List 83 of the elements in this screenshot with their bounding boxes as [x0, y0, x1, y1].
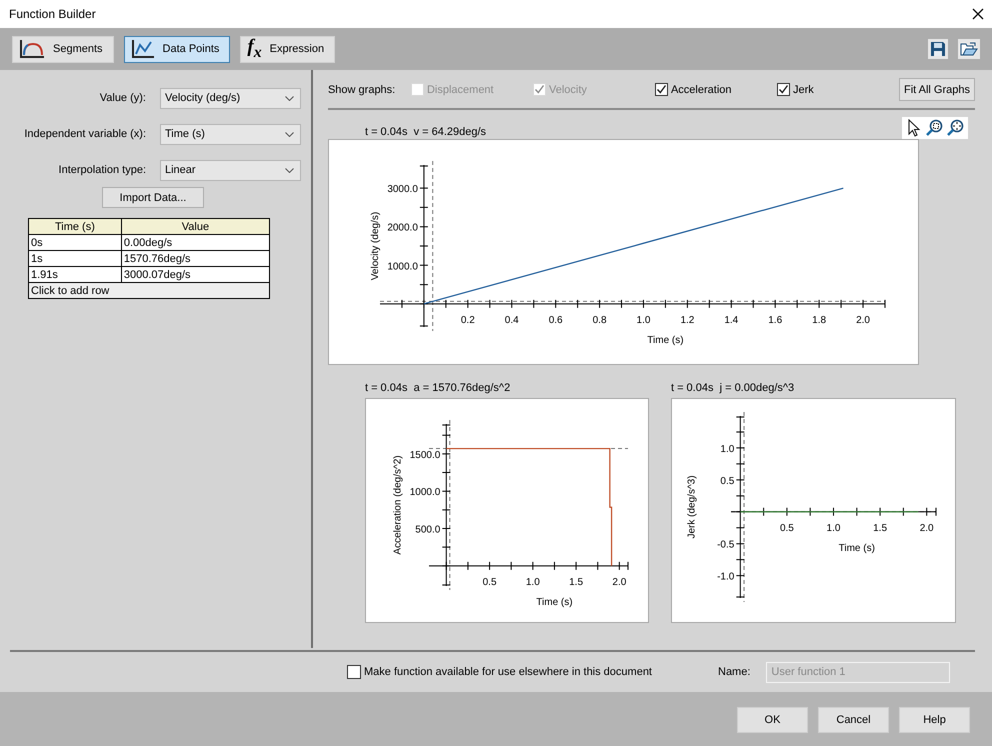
tick-label: 0.5 [780, 522, 794, 534]
checkbox-label: Velocity [548, 84, 587, 96]
table-cell[interactable]: 1.91s [28, 266, 122, 282]
cursor-readout: t = 0.04s v = 64.29deg/s [364, 126, 486, 139]
cursor-readout: t = 0.04s a = 1570.76deg/s^2 [364, 382, 512, 396]
tick-label: 1.6 [768, 314, 782, 326]
cursor-readout: t = 0.04s j = 0.00deg/s^3 [670, 382, 796, 396]
tick-label: 1500.0 [410, 450, 440, 461]
column-header: Time (s) [28, 218, 122, 234]
line-graph-icon [130, 39, 155, 59]
tick-label: 2.0 [920, 522, 934, 534]
table-cell[interactable]: 0s [28, 234, 122, 250]
dropdown[interactable]: Velocity (deg/s) [160, 88, 301, 108]
tick-label: 2.0 [612, 576, 626, 588]
axis-title: Jerk (deg/s^3) [686, 475, 698, 539]
tick-label: 0.6 [548, 314, 563, 326]
tick-label: 0.5 [720, 476, 734, 487]
checkbox[interactable] [347, 665, 361, 679]
tick-label: 500.0 [415, 524, 440, 536]
dialog-button[interactable]: Cancel [818, 707, 889, 733]
function-glyph: f$_{x}$ [247, 37, 262, 61]
axis-title: Time (s) [536, 596, 573, 608]
import-button[interactable]: Import Data... [102, 187, 204, 208]
column-header: Value [121, 218, 270, 234]
checkbox-label: Jerk [792, 84, 814, 96]
mode-tab[interactable]: Data Points [124, 36, 230, 62]
tick-label: 1.2 [680, 314, 694, 326]
window-title: Function Builder [9, 7, 96, 21]
tick-label: 1.0 [526, 576, 540, 588]
axis-title: Time (s) [647, 334, 684, 346]
fit-all-graphs-button[interactable]: Fit All Graphs [898, 78, 975, 101]
tick-label: 0.4 [504, 314, 519, 326]
checkbox[interactable] [654, 83, 668, 96]
save-icon[interactable] [928, 39, 948, 59]
arc-graph-icon [19, 39, 45, 59]
checkbox-label: Displacement [426, 84, 494, 96]
dropdown[interactable]: Time (s) [160, 124, 301, 144]
dialog-button[interactable]: Help [899, 707, 970, 733]
zoom-fit-icon[interactable] [946, 119, 964, 137]
show-graphs-label: Show graphs: [328, 84, 396, 96]
tick-label: -1.0 [717, 572, 734, 583]
table-cell[interactable]: 1570.76deg/s [121, 250, 270, 266]
zoom-box-icon[interactable] [925, 119, 943, 137]
mode-tab[interactable]: Segments [12, 36, 114, 62]
dialog-button[interactable]: OK [737, 707, 808, 733]
tick-label: 0.8 [592, 314, 606, 326]
tick-label: 2.0 [856, 314, 870, 326]
field-label: Value (y): [98, 92, 147, 104]
checkbox-label: Make function available for use elsewhere in this document [364, 666, 652, 678]
tick-label: 1.8 [812, 314, 826, 326]
axis-title: Time (s) [838, 542, 875, 554]
tick-label: 1.4 [724, 314, 738, 326]
field-label: Interpolation type: [58, 164, 147, 176]
field-label: Independent variable (x): [23, 128, 147, 140]
table-cell[interactable]: 0.00deg/s [121, 234, 270, 250]
chevron-icon [285, 132, 294, 136]
add-row-cell[interactable]: Click to add row [28, 282, 270, 298]
tick-label: 3000.0 [387, 184, 418, 196]
dropdown[interactable]: Linear [160, 160, 301, 180]
tick-label: 1000.0 [410, 487, 440, 498]
tick-label: 2000.0 [387, 222, 418, 234]
tick-label: 1.5 [569, 576, 583, 588]
tick-label: 1.0 [720, 444, 734, 455]
close-icon[interactable] [972, 8, 984, 20]
folder-icon[interactable] [958, 39, 980, 59]
axis-title: Acceleration (deg/s^2) [392, 455, 404, 555]
checkbox[interactable] [776, 83, 790, 96]
tick-label: 1000.0 [387, 261, 418, 272]
tick-label: -0.5 [717, 540, 734, 551]
tick-label: 1.0 [636, 314, 650, 326]
mode-tab[interactable]: f$_{x}$ Expression [240, 36, 336, 62]
chevron-icon [285, 168, 294, 172]
tick-label: 1.5 [873, 522, 888, 534]
pointer-icon[interactable] [906, 119, 922, 137]
table-cell[interactable]: 1s [28, 250, 122, 266]
axis-title: Velocity (deg/s) [370, 212, 381, 280]
tick-label: 1.0 [826, 522, 840, 534]
chevron-icon [285, 96, 294, 100]
name-label: Name: [718, 666, 750, 678]
tick-label: 0.2 [460, 314, 475, 326]
tick-label: 0.5 [482, 576, 496, 588]
table-cell[interactable]: 3000.07deg/s [121, 266, 270, 282]
checkbox-label: Acceleration [670, 84, 732, 96]
